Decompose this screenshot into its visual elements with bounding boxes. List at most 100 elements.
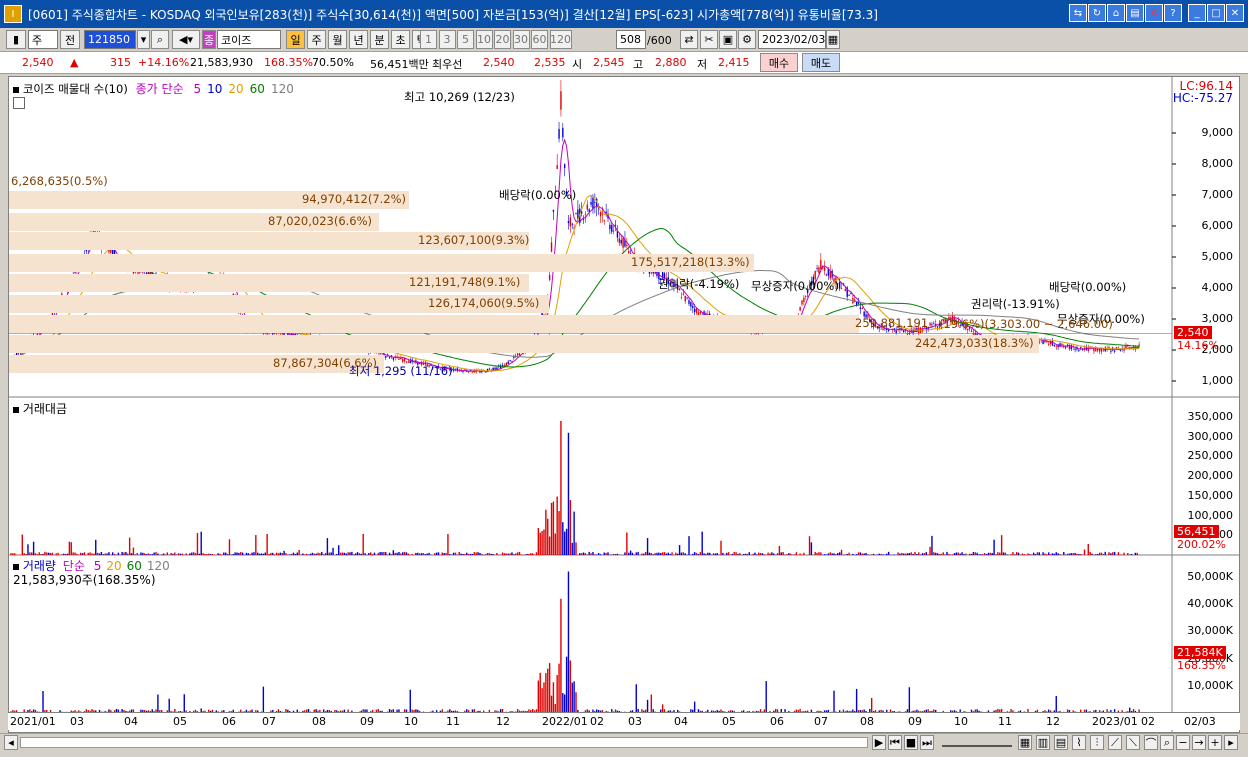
amount-bar [57,552,59,555]
scroll-track[interactable] [20,737,868,748]
link-icon[interactable]: ⇆ [1069,4,1087,22]
arrow-right-icon[interactable]: → [1192,735,1206,750]
volume-bar [168,698,170,713]
save-icon[interactable]: ▣ [719,30,737,49]
current-value-box: 2,540 [1174,326,1212,340]
amount-bar [484,554,487,555]
candles-icon[interactable]: ⫶ [1090,735,1104,750]
amount-bar [385,552,387,555]
font-icon[interactable]: A [1145,4,1163,22]
interval-button[interactable]: 5 [457,30,474,49]
play-icon[interactable]: ▶ [872,735,886,750]
amount-bar [599,554,602,555]
arrows-icon[interactable]: ⇄ [680,30,698,49]
candle-body [650,272,653,274]
amount-bar [808,536,811,555]
refresh-icon[interactable]: ↻ [1088,4,1106,22]
period-tab[interactable]: 월 [328,30,347,49]
date-input[interactable]: 2023/02/03 [758,30,826,49]
amount-bar [313,553,315,555]
amount-bar [236,552,238,555]
bars-icon[interactable]: ⌇ [1072,735,1086,750]
amount-bar [1091,553,1093,555]
amount-bar [379,551,381,555]
magnet-icon[interactable]: ⌒ [1144,735,1158,750]
pin-icon[interactable]: ⌂ [1107,4,1125,22]
trend-icon[interactable]: ⟋ [1108,735,1122,750]
interval-button[interactable]: 3 [438,30,456,49]
amount-bar [70,542,72,555]
interval-spinner[interactable] [602,30,612,49]
split-layout-icon[interactable]: ▥ [1036,735,1050,750]
candle-body [686,297,688,299]
amount-bar [731,553,734,555]
zoom-slider[interactable] [942,738,1012,747]
calendar-icon[interactable]: ▦ [826,30,840,49]
amount-bar [270,552,272,555]
volume-bar [575,692,577,713]
search-icon[interactable]: ⌕ [151,30,169,49]
period-tab[interactable]: 분 [370,30,389,49]
amount-bar [855,554,858,555]
prev-button[interactable]: 전 [60,30,80,49]
interval-button[interactable]: 120 [549,30,572,49]
trend-down-icon[interactable]: ⟍ [1126,735,1140,750]
amount-bar [548,536,551,555]
amount-bar [720,540,722,555]
plus-icon[interactable]: + [1208,735,1222,750]
count-input[interactable]: 508 [616,30,646,49]
menu-icon[interactable]: ▮ [6,30,26,49]
next-icon[interactable]: ⏭ [920,735,934,750]
print-icon[interactable]: ▤ [1126,4,1144,22]
chart-annotation: 권리락(-4.19%) [658,277,740,291]
scroll-left-icon[interactable]: ◂ [4,735,18,750]
amount-bar [579,553,581,555]
amount-bar [249,554,251,555]
prefix-select[interactable]: 주 [28,30,58,49]
interval-button[interactable]: 30 [512,30,530,49]
amount-bar [1068,553,1071,555]
tools-icon[interactable]: ✂ [700,30,718,49]
grid-layout-icon[interactable]: ▦ [1018,735,1032,750]
amount-bar [554,533,556,555]
candle-body [1117,346,1120,348]
minus-icon[interactable]: − [1176,735,1190,750]
turnover: 70.50% [312,56,354,69]
prev-icon[interactable]: ⏮ [888,735,902,750]
interval-button[interactable]: 10 [475,30,493,49]
vol-ratio: 168.35% [264,56,313,69]
minimize-icon[interactable]: _ [1188,4,1206,22]
code-dropdown-icon[interactable]: ▾ [137,30,150,49]
grid-icon[interactable] [13,97,25,109]
period-tab[interactable]: 년 [349,30,368,49]
stock-name-field[interactable]: 코이즈 [217,30,281,49]
scroll-right-icon[interactable]: ▸ [1224,735,1238,750]
amount-bar [272,552,274,555]
interval-button[interactable]: 1 [420,30,437,49]
buy-button[interactable]: 매수 [760,53,798,72]
amount-bar [475,552,477,555]
amount-bar [761,553,764,555]
amount-bar [744,553,747,555]
amount-bar [106,553,108,555]
chart-area[interactable]: 코이즈 매물대 수(10) 종가 단순 5 10 20 60 120 LC:96.14 … [8,76,1240,733]
period-tab[interactable]: 주 [307,30,326,49]
period-tab[interactable]: 일 [286,30,305,49]
sell-button[interactable]: 매도 [802,53,840,72]
settings-icon[interactable]: ⚙ [738,30,756,49]
title-bar: I [0601] 주식종합차트 - KOSDAQ 외국인보유[283(천)] 주… [0,0,1248,28]
interval-button[interactable]: 20 [494,30,511,49]
help-icon[interactable]: ? [1164,4,1182,22]
amount-bar [818,552,820,555]
code-input[interactable]: 121850 [84,30,136,49]
stop-icon[interactable]: ■ [904,735,918,750]
interval-button[interactable]: 60 [531,30,548,49]
amount-bar [656,552,658,555]
chart-layout-icon[interactable]: ▤ [1054,735,1068,750]
maximize-icon[interactable]: □ [1207,4,1225,22]
chart-scrollbar[interactable]: ◂ ▶ ⏮ ■ ⏭ ▦ ▥ ▤ ⌇ ⫶ ⟋ ⟍ ⌒ ⌕ − → + ▸ [0,733,1248,751]
speaker-icon[interactable]: ◀▾ [172,30,200,49]
close-icon[interactable]: ✕ [1226,4,1244,22]
zoom-icon[interactable]: ⌕ [1160,735,1174,750]
period-tab[interactable]: 초 [391,30,410,49]
